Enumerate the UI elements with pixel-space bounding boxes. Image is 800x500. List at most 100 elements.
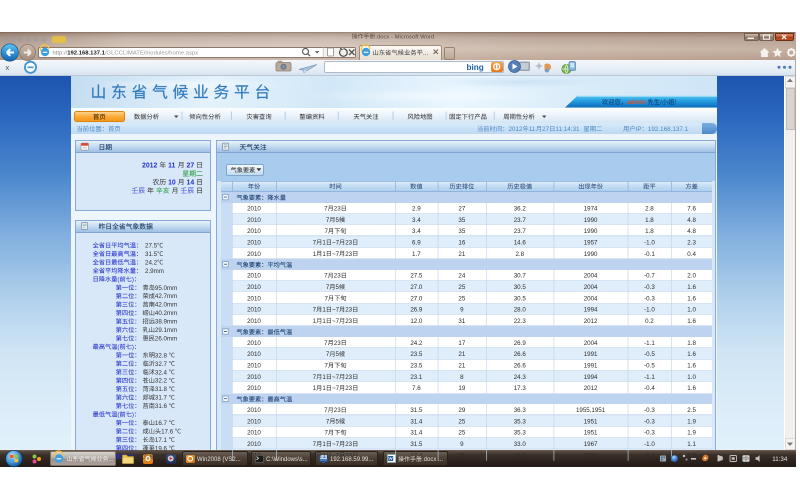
svg-text:12.0: 12.0 [410, 318, 423, 325]
svg-text:27: 27 [458, 206, 465, 213]
svg-text:IP: IP [636, 126, 642, 133]
svg-text:1: 1 [322, 251, 326, 258]
svg-text:2010: 2010 [247, 363, 261, 370]
svg-text:9: 9 [460, 307, 464, 314]
svg-text:19.6: 19.6 [155, 445, 168, 452]
svg-text:1951: 1951 [584, 430, 598, 437]
svg-text:35.3: 35.3 [514, 430, 527, 437]
svg-text:23: 23 [345, 441, 352, 448]
svg-text:23: 23 [345, 318, 352, 325]
svg-text:31.7: 31.7 [155, 395, 168, 402]
svg-text:8: 8 [460, 374, 464, 381]
svg-text:1: 1 [313, 385, 317, 392]
svg-text:7: 7 [324, 363, 328, 370]
svg-text:23.5: 23.5 [410, 363, 423, 370]
svg-text:~7: ~7 [332, 307, 340, 314]
svg-text:27: 27 [187, 162, 195, 169]
svg-text:42.0mm: 42.0mm [155, 302, 177, 309]
svg-text:32.7: 32.7 [155, 361, 168, 368]
svg-text:1955,1951: 1955,1951 [576, 407, 606, 414]
svg-text:2010: 2010 [247, 228, 261, 235]
svg-text:27.5: 27.5 [145, 243, 158, 250]
svg-text:1.8: 1.8 [645, 228, 654, 235]
svg-text:23: 23 [345, 239, 352, 246]
svg-text:17.1: 17.1 [155, 437, 168, 444]
svg-text:4.8: 4.8 [687, 217, 696, 224]
svg-text:.docx ...: .docx ... [422, 457, 443, 463]
svg-text:-0.3: -0.3 [644, 418, 655, 425]
svg-text:~7: ~7 [332, 385, 340, 392]
svg-text:1.9: 1.9 [687, 418, 696, 425]
svg-text:1.6: 1.6 [687, 318, 696, 325]
svg-text:17: 17 [458, 340, 465, 347]
svg-text:16: 16 [458, 239, 465, 246]
svg-text:http://192.168.137.1/GLCCLIMAT: http://192.168.137.1/GLCCLIMATE/modules/… [53, 51, 199, 57]
svg-text:25: 25 [458, 418, 465, 425]
svg-text:26.0mm: 26.0mm [155, 335, 177, 342]
svg-text:24.2: 24.2 [410, 340, 423, 347]
svg-text:2010: 2010 [247, 307, 261, 314]
svg-text:23: 23 [345, 385, 352, 392]
svg-text:-0.4: -0.4 [644, 385, 655, 392]
svg-text:24: 24 [458, 273, 465, 280]
svg-text:2.8: 2.8 [645, 206, 654, 213]
svg-text:1: 1 [322, 318, 326, 325]
svg-text:1.7: 1.7 [412, 251, 421, 258]
svg-text:7: 7 [313, 307, 317, 314]
svg-text:36.3: 36.3 [514, 407, 527, 414]
svg-text:1.0: 1.0 [687, 374, 696, 381]
svg-text:-0.3: -0.3 [644, 284, 655, 291]
svg-text:26.9: 26.9 [410, 307, 423, 314]
svg-text:7: 7 [313, 239, 317, 246]
svg-text:7: 7 [324, 295, 328, 302]
svg-text:1: 1 [322, 374, 326, 381]
svg-text:2010: 2010 [247, 340, 261, 347]
svg-text:1: 1 [322, 307, 326, 314]
svg-text:1.8: 1.8 [687, 340, 696, 347]
svg-text:-0.7: -0.7 [644, 273, 655, 280]
svg-text:2.9: 2.9 [412, 206, 421, 213]
svg-text:31.4: 31.4 [410, 418, 423, 425]
svg-text:4.8: 4.8 [687, 228, 696, 235]
svg-text:1: 1 [322, 441, 326, 448]
svg-text:27.0: 27.0 [410, 284, 423, 291]
svg-text:11:14:31: 11:14:31 [555, 126, 580, 133]
svg-text:7: 7 [326, 418, 330, 425]
svg-text:~7: ~7 [332, 441, 340, 448]
svg-text:1967: 1967 [584, 441, 598, 448]
svg-text:1994: 1994 [584, 307, 598, 314]
svg-text:2.8: 2.8 [515, 251, 524, 258]
svg-text:21: 21 [458, 251, 465, 258]
svg-text:25: 25 [458, 430, 465, 437]
svg-text:1951: 1951 [584, 418, 598, 425]
svg-text:5: 5 [336, 217, 340, 224]
svg-text:-1.0: -1.0 [644, 239, 655, 246]
svg-text:2010: 2010 [247, 273, 261, 280]
svg-text:23.7: 23.7 [514, 228, 527, 235]
svg-text:25: 25 [458, 295, 465, 302]
svg-text:2004: 2004 [584, 273, 598, 280]
svg-text:/: / [660, 99, 662, 106]
svg-text:27.0: 27.0 [410, 295, 423, 302]
svg-text:1: 1 [313, 452, 317, 459]
svg-text:32.2: 32.2 [155, 378, 168, 385]
svg-text:2010: 2010 [247, 418, 261, 425]
svg-text:35.3: 35.3 [514, 418, 527, 425]
svg-text:11: 11 [529, 126, 536, 133]
svg-text:95.0mm: 95.0mm [155, 285, 177, 292]
svg-text:7: 7 [313, 374, 317, 381]
svg-text:7: 7 [324, 273, 328, 280]
svg-text:17.3: 17.3 [514, 385, 527, 392]
svg-text:17.6: 17.6 [161, 428, 174, 435]
svg-text:1994: 1994 [584, 374, 598, 381]
svg-text:35: 35 [458, 217, 465, 224]
svg-text:2004: 2004 [584, 284, 598, 291]
svg-text:x: x [6, 63, 10, 72]
svg-text:25: 25 [458, 284, 465, 291]
svg-text:-0.3: -0.3 [644, 295, 655, 302]
svg-text:19: 19 [458, 385, 465, 392]
svg-text:24.3: 24.3 [514, 374, 527, 381]
svg-text:1990: 1990 [584, 217, 598, 224]
svg-text:1.6: 1.6 [687, 363, 696, 370]
svg-text:1: 1 [322, 385, 326, 392]
